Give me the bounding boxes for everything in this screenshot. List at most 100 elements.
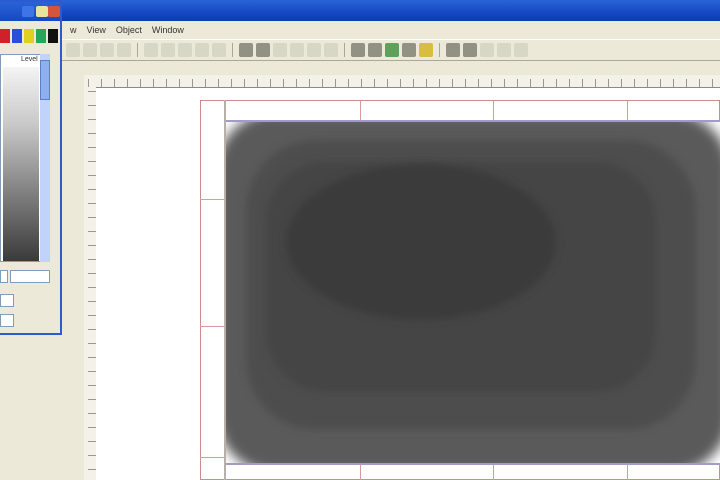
plot-left-axis (224, 100, 226, 480)
palette-scroll-thumb[interactable] (40, 60, 50, 100)
undo-icon[interactable] (195, 43, 209, 57)
color-swatch[interactable] (12, 29, 22, 43)
palette-small-field[interactable] (0, 314, 14, 327)
ruler-tick (387, 79, 388, 87)
ruler-tick (478, 79, 479, 87)
ruler-tick (270, 79, 271, 87)
pan-icon[interactable] (290, 43, 304, 57)
ruler-tick (296, 79, 297, 87)
menu-object[interactable]: Object (114, 25, 144, 35)
ruler-tick (88, 273, 96, 274)
cut-icon[interactable] (144, 43, 158, 57)
palette-field[interactable] (10, 270, 50, 283)
redo-icon[interactable] (212, 43, 226, 57)
minimize-icon[interactable] (22, 6, 34, 17)
ruler-tick (504, 79, 505, 87)
grid-icon[interactable] (480, 43, 494, 57)
toolbar-separator (439, 43, 440, 57)
fill-icon[interactable] (402, 43, 416, 57)
ruler-tick (192, 79, 193, 87)
close-icon[interactable] (48, 6, 60, 17)
paste-icon[interactable] (178, 43, 192, 57)
main-toolbar (62, 39, 720, 61)
ruler-tick (543, 79, 544, 87)
save-icon[interactable] (100, 43, 114, 57)
maximize-icon[interactable] (36, 6, 48, 17)
ruler-tick (88, 189, 96, 190)
color-swatch[interactable] (24, 29, 34, 43)
zoom-out-icon[interactable] (256, 43, 270, 57)
ruler-tick (88, 175, 96, 176)
menu-window[interactable]: Window (150, 25, 186, 35)
ruler-tick (88, 79, 89, 87)
ruler-tick (88, 133, 96, 134)
line-icon[interactable] (324, 43, 338, 57)
ruler-tick (309, 79, 310, 87)
ruler-tick (595, 79, 596, 87)
ruler-tick (257, 79, 258, 87)
palette-small-field[interactable] (0, 294, 14, 307)
toolbar-separator (344, 43, 345, 57)
ruler-tick (231, 79, 232, 87)
ruler-tick (491, 79, 492, 87)
surface-icon[interactable] (446, 43, 460, 57)
ruler-tick (88, 399, 96, 400)
ruler-tick (88, 385, 96, 386)
copy-icon[interactable] (161, 43, 175, 57)
color-swatch[interactable] (48, 29, 58, 43)
ruler-tick (621, 79, 622, 87)
text-icon[interactable] (307, 43, 321, 57)
ruler-tick (426, 79, 427, 87)
ruler-tick (88, 147, 96, 148)
palette-field-left[interactable] (0, 270, 8, 283)
ruler-tick (569, 79, 570, 87)
ruler-tick (88, 217, 96, 218)
plot-top-axis (226, 120, 720, 122)
ruler-tick (582, 79, 583, 87)
ruler-tick (179, 79, 180, 87)
ruler-tick (335, 79, 336, 87)
ruler-tick (88, 329, 96, 330)
ruler-tick (88, 469, 96, 470)
rect-icon[interactable] (351, 43, 365, 57)
ruler-tick (88, 203, 96, 204)
color-swatch[interactable] (0, 29, 10, 43)
new-icon[interactable] (66, 43, 80, 57)
ruler-tick (166, 79, 167, 87)
ruler-tick (88, 455, 96, 456)
ruler-tick (556, 79, 557, 87)
ruler-tick (88, 259, 96, 260)
print-icon[interactable] (117, 43, 131, 57)
ellipse-icon[interactable] (368, 43, 382, 57)
gray-scale-strip (3, 67, 39, 261)
ruler-tick (88, 427, 96, 428)
ruler-tick (452, 79, 453, 87)
polygon-icon[interactable] (385, 43, 399, 57)
ruler-tick (88, 357, 96, 358)
color-swatch[interactable] (36, 29, 46, 43)
palette-swatch-row (0, 29, 60, 45)
legend-icon[interactable] (463, 43, 477, 57)
zoom-in-icon[interactable] (239, 43, 253, 57)
ruler-tick (88, 413, 96, 414)
ruler-tick (244, 79, 245, 87)
toolbar-separator (232, 43, 233, 57)
open-icon[interactable] (83, 43, 97, 57)
ruler-tick (712, 79, 713, 87)
ruler-tick (88, 231, 96, 232)
ruler-tick (530, 79, 531, 87)
axis-icon[interactable] (497, 43, 511, 57)
ruler-tick (322, 79, 323, 87)
scale-icon[interactable] (514, 43, 528, 57)
select-icon[interactable] (273, 43, 287, 57)
menu-view[interactable]: View (85, 25, 108, 35)
contour-icon[interactable] (419, 43, 433, 57)
ruler-tick (439, 79, 440, 87)
ruler-tick (348, 79, 349, 87)
contour-map[interactable] (226, 122, 720, 463)
window-title-bar (0, 0, 720, 21)
menu-window-partial[interactable]: w (68, 25, 79, 35)
ruler-tick (88, 105, 96, 106)
ruler-tick (218, 79, 219, 87)
contour-map-graphic (226, 122, 720, 463)
